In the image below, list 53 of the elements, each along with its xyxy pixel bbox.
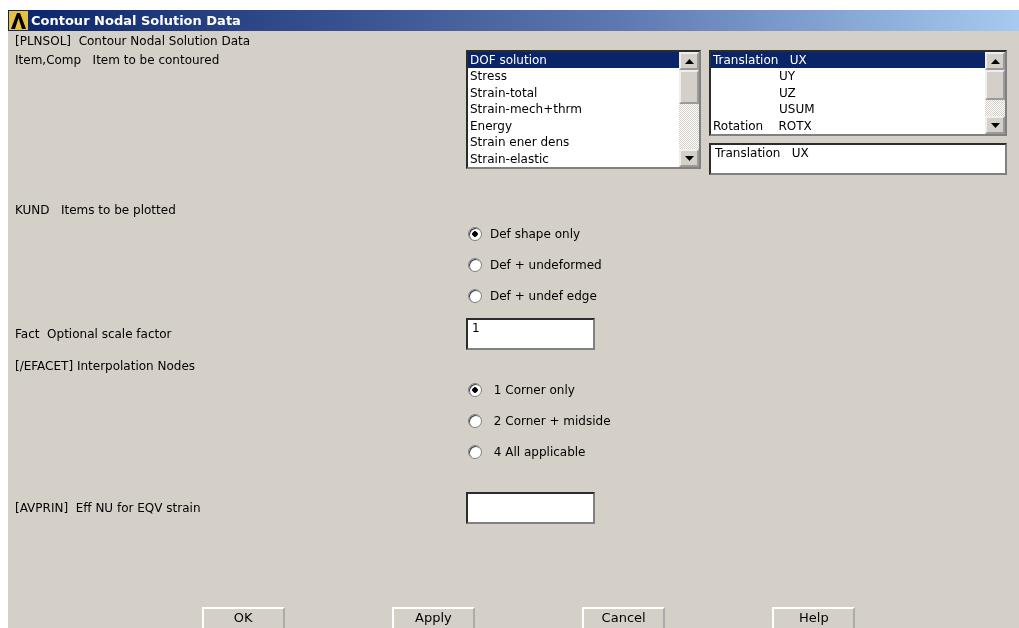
radio-button[interactable]	[468, 413, 482, 428]
up-arrow-icon	[684, 58, 694, 64]
dialog-button[interactable]: Cancel	[582, 607, 666, 628]
dialog-button[interactable]: Apply	[391, 607, 475, 628]
radio-button[interactable]	[468, 444, 482, 459]
component-list[interactable]: Translation UX UY UZ USUM Rotation ROTX	[709, 50, 1007, 136]
window-title: Contour Nodal Solution Data	[31, 13, 241, 28]
list-item[interactable]: Energy	[468, 117, 679, 135]
app-logo-icon	[9, 11, 28, 30]
field-label: KUND Items to be plotted	[14, 202, 177, 218]
option-label: 2 Corner + midside	[492, 413, 611, 428]
down-arrow-icon	[684, 155, 694, 161]
radio-button[interactable]	[468, 382, 482, 397]
scale-factor-field[interactable]: 1	[466, 318, 595, 350]
up-arrow-icon	[990, 58, 1000, 64]
radio-button[interactable]	[468, 226, 482, 241]
field-label: [AVPRIN] Eff NU for EQV strain	[14, 500, 202, 516]
option-label: 4 All applicable	[492, 444, 586, 459]
list-item[interactable]: Stress	[468, 68, 679, 85]
option-label: Def + undeformed	[490, 257, 602, 272]
list-item[interactable]: Strain ener dens	[468, 134, 679, 151]
scrollbar[interactable]	[985, 52, 1005, 134]
scroll-up-button[interactable]	[985, 52, 1005, 70]
scroll-down-button[interactable]	[985, 116, 1005, 134]
list-item[interactable]: UZ	[711, 84, 985, 102]
dialog-button[interactable]: OK	[201, 607, 285, 628]
component-field[interactable]: Translation UX	[709, 143, 1007, 175]
list-item[interactable]: Strain-mech+thrm	[468, 101, 679, 118]
list-item[interactable]: Strain-total	[468, 84, 679, 102]
list-item[interactable]: Rotation ROTX	[711, 117, 985, 135]
option-label: Def shape only	[490, 226, 581, 241]
field-label: [/EFACET] Interpolation Nodes	[14, 358, 197, 374]
scroll-down-button[interactable]	[679, 149, 699, 167]
dialog-button[interactable]: Help	[772, 607, 856, 628]
command-label: [PLNSOL] Contour Nodal Solution Data	[14, 33, 252, 49]
option-label: Def + undef edge	[490, 288, 597, 303]
list-item[interactable]: UY	[711, 68, 985, 85]
radio-button[interactable]	[468, 288, 482, 303]
radio-button[interactable]	[468, 257, 482, 272]
list-item[interactable]: Strain-elastic	[468, 150, 679, 167]
field-label: Item,Comp Item to be contoured	[14, 52, 221, 68]
list-item[interactable]: DOF solution	[468, 52, 679, 69]
eff-nu-field[interactable]	[466, 492, 595, 524]
scrollbar[interactable]	[679, 52, 699, 167]
item-list[interactable]: DOF solution Stress Strain-total Strain-mech+thrm Energy Strain ener dens Strain-elastic	[466, 50, 701, 169]
scroll-up-button[interactable]	[679, 52, 699, 70]
scroll-thumb[interactable]	[679, 70, 699, 104]
option-label: 1 Corner only	[492, 382, 575, 397]
scroll-thumb[interactable]	[985, 70, 1005, 100]
down-arrow-icon	[990, 122, 1000, 128]
field-label: Fact Optional scale factor	[14, 326, 173, 342]
list-item[interactable]: USUM	[711, 101, 985, 118]
list-item[interactable]: Translation UX	[711, 52, 985, 69]
